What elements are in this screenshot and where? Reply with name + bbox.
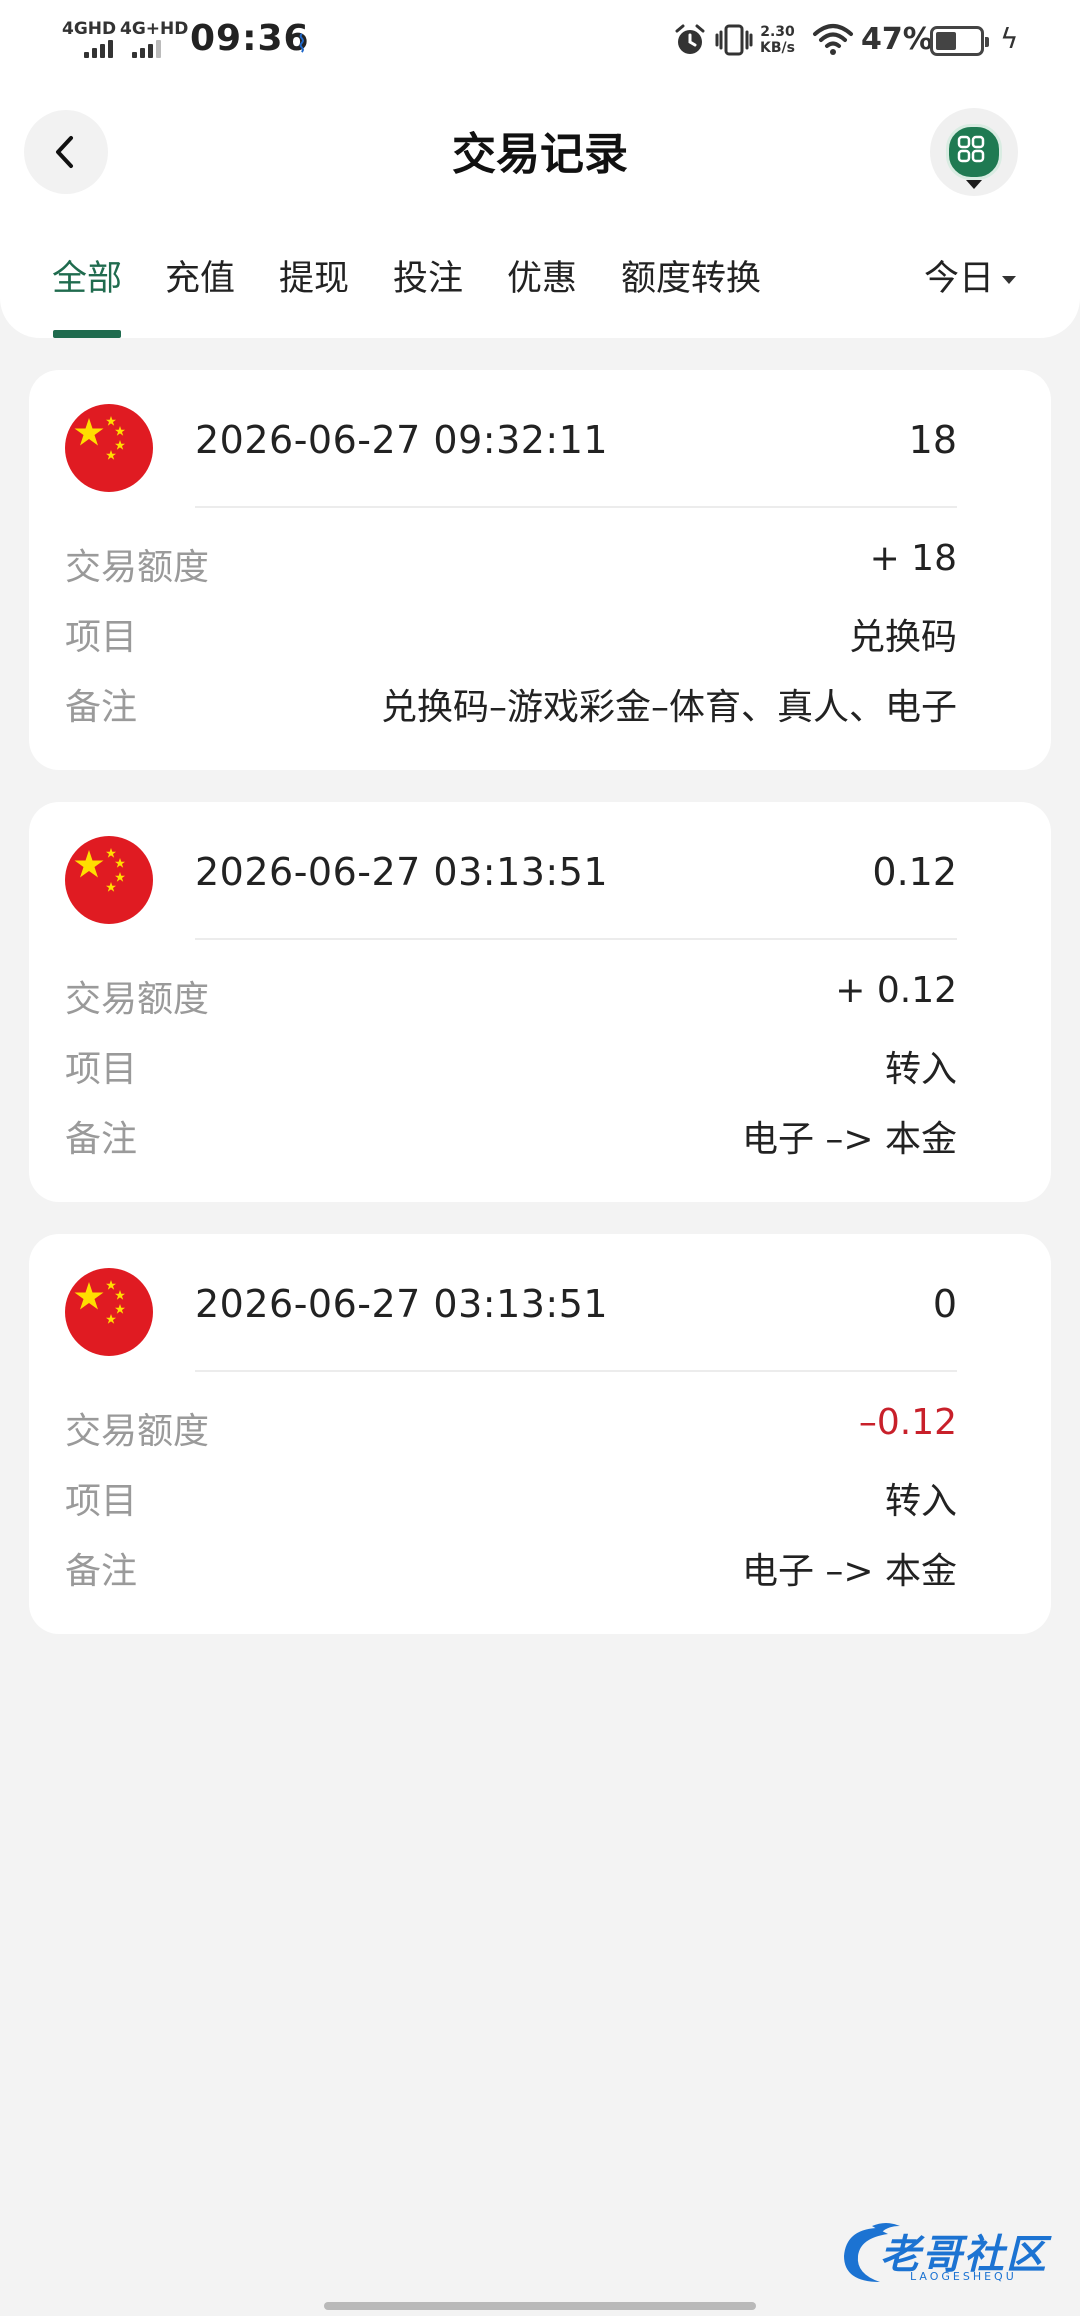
caret-down-icon xyxy=(1002,276,1017,284)
caret-down-icon xyxy=(966,180,982,189)
home-indicator[interactable] xyxy=(324,2302,756,2310)
status-bar: 4GHD 4G+HD 09:36 ⌇ 2.30 KB/s 47% ϟ xyxy=(0,0,1080,84)
signal-2-label: 4G+HD xyxy=(120,19,189,39)
transaction-card[interactable]: 2026-06-27 09:32:11 18 交易额度 + 18 项目 兑换码 … xyxy=(29,370,1051,770)
note-value: 电子 –> 本金 xyxy=(741,1551,957,1592)
wifi-icon xyxy=(813,24,853,55)
note-value: 兑换码–游戏彩金–体育、真人、电子 xyxy=(380,687,957,728)
note-label: 备注 xyxy=(65,687,138,728)
watermark-subtext: LAOGESHEQU xyxy=(910,2270,1017,2283)
date-filter-label: 今日 xyxy=(924,259,995,299)
china-flag-icon xyxy=(65,1268,153,1356)
menu-button[interactable] xyxy=(930,108,1018,196)
card-divider xyxy=(195,938,957,940)
card-divider xyxy=(195,1370,957,1372)
note-label: 备注 xyxy=(65,1551,138,1592)
tab-bet[interactable]: 投注 xyxy=(393,250,463,301)
battery-icon xyxy=(930,26,989,56)
battery-fill xyxy=(936,32,956,50)
active-tab-indicator xyxy=(53,330,121,338)
bird-notification-icon: ⌇ xyxy=(296,30,308,58)
item-label: 项目 xyxy=(65,1481,138,1522)
china-flag-icon xyxy=(65,836,153,924)
tab-all[interactable]: 全部 xyxy=(52,250,122,301)
item-value: 兑换码 xyxy=(848,617,957,658)
amount-value: + 18 xyxy=(869,538,957,579)
vibrate-icon xyxy=(715,24,753,56)
transaction-card[interactable]: 2026-06-27 03:13:51 0 交易额度 –0.12 项目 转入 备… xyxy=(29,1234,1051,1634)
page-title: 交易记录 xyxy=(452,129,628,180)
status-time: 09:36 xyxy=(190,18,310,59)
tab-promotion[interactable]: 优惠 xyxy=(507,250,577,301)
grid-menu-icon xyxy=(946,124,1002,180)
tab-transfer[interactable]: 额度转换 xyxy=(621,250,761,301)
amount-label: 交易额度 xyxy=(65,547,210,588)
transaction-time: 2026-06-27 03:13:51 xyxy=(195,1282,609,1326)
tab-withdraw[interactable]: 提现 xyxy=(279,250,349,301)
transaction-time: 2026-06-27 03:13:51 xyxy=(195,850,609,894)
signal-1-label: 4GHD xyxy=(62,19,117,39)
alarm-icon xyxy=(675,24,705,54)
net-speed-unit: KB/s xyxy=(760,40,795,56)
charging-icon: ϟ xyxy=(1000,22,1019,55)
transaction-balance: 0 xyxy=(932,1282,957,1326)
category-tabs: 全部 充值 提现 投注 优惠 额度转换 xyxy=(0,250,1080,340)
amount-label: 交易额度 xyxy=(65,1411,210,1452)
amount-value: –0.12 xyxy=(858,1402,957,1443)
note-label: 备注 xyxy=(65,1119,138,1160)
note-value: 电子 –> 本金 xyxy=(741,1119,957,1160)
transaction-balance: 0.12 xyxy=(872,850,957,894)
china-flag-icon xyxy=(65,404,153,492)
transaction-balance: 18 xyxy=(908,418,957,462)
card-divider xyxy=(195,506,957,508)
item-label: 项目 xyxy=(65,1049,138,1090)
signal-1-bars-icon xyxy=(84,40,113,58)
amount-label: 交易额度 xyxy=(65,979,210,1020)
item-label: 项目 xyxy=(65,617,138,658)
transaction-card[interactable]: 2026-06-27 03:13:51 0.12 交易额度 + 0.12 项目 … xyxy=(29,802,1051,1202)
date-filter-dropdown[interactable]: 今日 xyxy=(924,250,1017,301)
signal-2-bars-icon xyxy=(132,40,161,58)
amount-value: + 0.12 xyxy=(835,970,957,1011)
net-speed: 2.30 KB/s xyxy=(760,24,795,56)
tab-deposit[interactable]: 充值 xyxy=(165,250,235,301)
watermark-logo: 老哥社区 LAOGESHEQU xyxy=(836,2220,1066,2290)
battery-percent: 47% xyxy=(861,22,933,57)
item-value: 转入 xyxy=(884,1049,957,1090)
item-value: 转入 xyxy=(884,1481,957,1522)
net-speed-value: 2.30 xyxy=(760,24,795,40)
transaction-time: 2026-06-27 09:32:11 xyxy=(195,418,609,462)
